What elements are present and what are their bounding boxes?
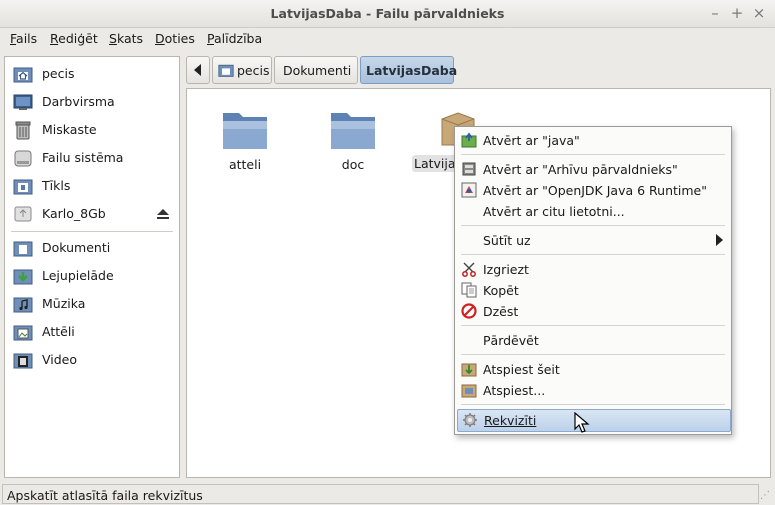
sidebar-item-atteli[interactable]: Attēli — [11, 320, 177, 344]
menu-item-open-archive-manager[interactable]: Atvērt ar "Arhīvu pārvaldnieks" — [457, 159, 729, 180]
archive-manager-icon — [462, 162, 476, 176]
menu-skats[interactable]: Skats — [109, 31, 143, 46]
menu-item-open-java[interactable]: Atvērt ar "java" — [457, 130, 729, 151]
documents-folder-icon — [13, 241, 33, 257]
eject-icon[interactable] — [156, 207, 170, 221]
breadcrumb-item-dokumenti[interactable]: Dokumenti — [274, 56, 358, 84]
menu-separator — [461, 354, 725, 355]
status-text: Apskatīt atlasītā faila rekvizītus — [7, 488, 203, 503]
menu-fails[interactable]: Fails — [10, 31, 37, 46]
sidebar-item-pecis[interactable]: pecis — [11, 62, 177, 86]
resize-grip-icon[interactable]: ⋰ — [760, 490, 772, 502]
menu-item-cut[interactable]: Izgriezt — [457, 259, 729, 280]
menu-item-rename[interactable]: Pārdēvēt — [457, 330, 729, 351]
submenu-arrow-icon — [716, 234, 723, 246]
sidebar-item-lejupielade[interactable]: Lejupielāde — [11, 264, 177, 288]
chevron-left-icon — [194, 64, 201, 76]
drive-icon — [14, 150, 32, 167]
java-icon — [461, 132, 477, 148]
menu-item-extract-here[interactable]: Atspiest šeit — [457, 359, 729, 380]
music-folder-icon — [13, 297, 33, 313]
menu-doties[interactable]: Doties — [155, 31, 195, 46]
downloads-folder-icon — [13, 269, 33, 285]
menu-separator — [461, 404, 725, 405]
breadcrumb-back-button[interactable] — [186, 56, 210, 84]
gear-icon — [463, 413, 477, 427]
menu-rediget[interactable]: Rediģēt — [50, 31, 98, 46]
file-item-doc[interactable]: doc — [308, 107, 398, 197]
places-sidebar: pecis Darbvirsma Miskaste Failu sistēma … — [4, 56, 180, 478]
folder-icon — [331, 113, 375, 149]
delete-icon — [461, 303, 477, 319]
status-bar: Apskatīt atlasītā faila rekvizītus ⋰ — [0, 482, 775, 505]
sidebar-item-darbvirsma[interactable]: Darbvirsma — [11, 90, 177, 114]
context-menu: Atvērt ar "java" Atvērt ar "Arhīvu pārva… — [454, 126, 732, 435]
menu-separator — [461, 225, 725, 226]
extract-here-icon — [461, 363, 477, 377]
maximize-icon[interactable]: + — [728, 4, 746, 22]
openjdk-icon — [461, 182, 477, 198]
sidebar-item-muzika[interactable]: Mūzika — [11, 292, 177, 316]
sidebar-item-tikls[interactable]: Tīkls — [11, 174, 177, 198]
minimize-icon[interactable]: – — [706, 4, 724, 22]
breadcrumb-item-latvijasdaba[interactable]: LatvijasDaba — [360, 56, 457, 84]
sidebar-separator — [11, 231, 173, 232]
copy-icon — [461, 282, 477, 298]
menu-separator — [461, 325, 725, 326]
menu-item-open-other[interactable]: Atvērt ar citu lietotni... — [457, 201, 729, 222]
mouse-cursor-icon — [574, 412, 590, 433]
menu-item-send-to[interactable]: Sūtīt uz — [457, 230, 729, 251]
sidebar-item-video[interactable]: Video — [11, 348, 177, 372]
breadcrumb-item-pecis[interactable]: pecis — [212, 56, 272, 84]
file-item-atteli[interactable]: atteli — [200, 107, 290, 197]
menu-separator — [461, 254, 725, 255]
folder-icon — [223, 113, 267, 149]
title-bar: LatvijasDaba - Failu pārvaldnieks – + × — [0, 0, 775, 28]
usb-drive-icon — [14, 206, 32, 222]
trash-icon — [15, 121, 31, 140]
menu-item-copy[interactable]: Kopēt — [457, 280, 729, 301]
status-box: Apskatīt atlasītā faila rekvizītus — [2, 484, 759, 504]
sidebar-item-failu-sistema[interactable]: Failu sistēma — [11, 146, 177, 170]
sidebar-item-karlo-8gb[interactable]: Karlo_8Gb — [11, 202, 177, 226]
scissors-icon — [462, 262, 476, 277]
menu-separator — [461, 154, 725, 155]
sidebar-item-miskaste[interactable]: Miskaste — [11, 118, 177, 142]
home-folder-icon — [13, 67, 33, 83]
video-folder-icon — [13, 353, 33, 369]
pictures-folder-icon — [13, 325, 33, 341]
desktop-icon — [13, 94, 33, 110]
close-icon[interactable]: × — [750, 4, 768, 22]
menu-item-delete[interactable]: Dzēst — [457, 301, 729, 322]
menu-item-properties[interactable]: Rekvizīti — [457, 409, 731, 432]
extract-icon — [461, 384, 477, 398]
menu-item-extract[interactable]: Atspiest... — [457, 380, 729, 401]
menu-palidziba[interactable]: Palīdzība — [207, 31, 262, 46]
menu-bar: Fails Rediģēt Skats Doties Palīdzība — [0, 28, 775, 50]
menu-item-open-openjdk[interactable]: Atvērt ar "OpenJDK Java 6 Runtime" — [457, 180, 729, 201]
sidebar-item-dokumenti[interactable]: Dokumenti — [11, 236, 177, 260]
window-title: LatvijasDaba - Failu pārvaldnieks — [270, 6, 505, 21]
home-folder-icon — [218, 64, 234, 77]
network-folder-icon — [13, 179, 33, 195]
